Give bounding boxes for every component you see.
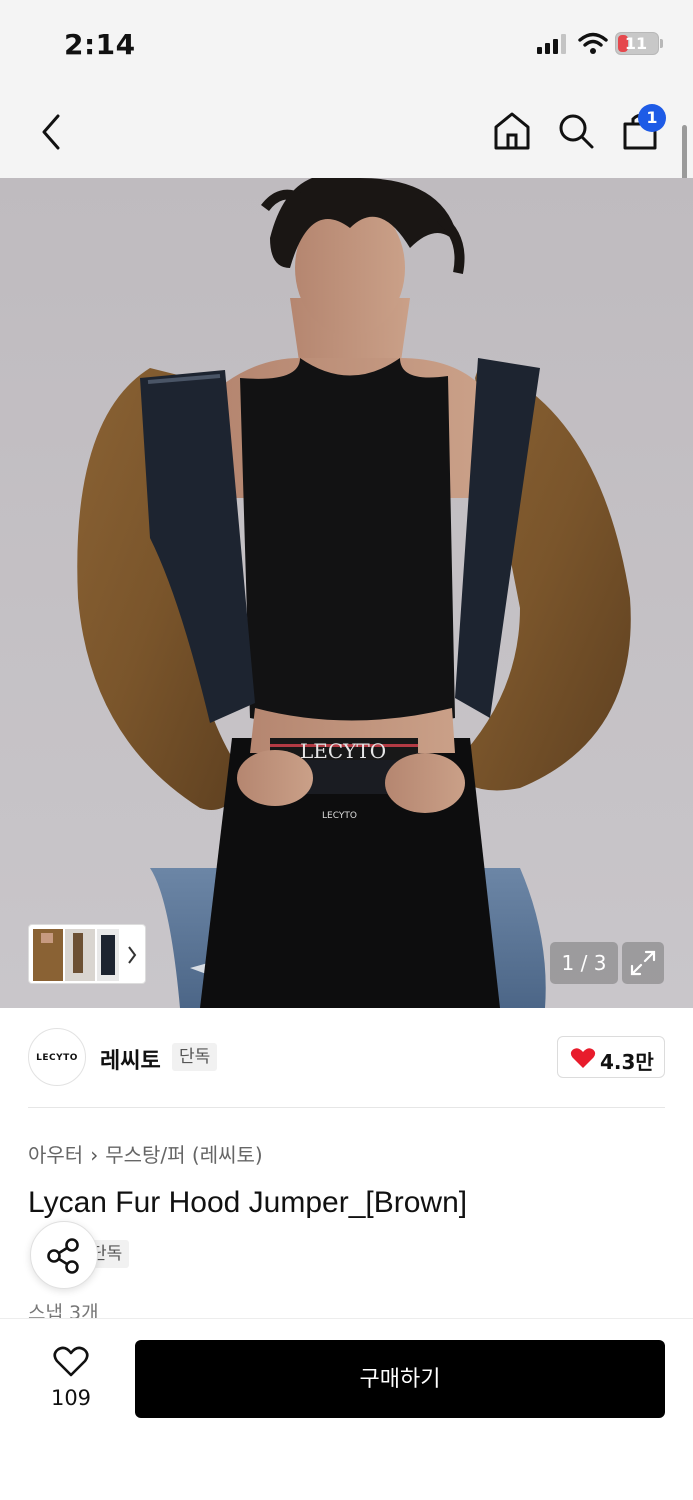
product-image-carousel[interactable]: LECYTO LECYTO [0,178,693,1008]
waistband-print: LECYTO [300,739,386,763]
search-icon[interactable] [556,110,596,152]
image-thumbnails[interactable] [28,924,146,984]
wishlist-count: 109 [50,1386,92,1410]
product-title: Lycan Fur Hood Jumper_[Brown] [28,1186,468,1219]
brand-like-count: 4.3만 [600,1050,654,1074]
product-photo: LECYTO LECYTO [0,178,693,1008]
breadcrumb-subcategory[interactable]: 무스탕/퍼 (레씨토) [105,1143,263,1167]
heart-outline-icon [53,1346,89,1377]
breadcrumb-category[interactable]: 아우터 [28,1143,83,1167]
breadcrumb: 아우터 › 무스탕/퍼 (레씨토) [28,1139,263,1168]
brand-name[interactable]: 레씨토 [100,1043,161,1075]
home-icon[interactable] [492,110,532,152]
battery-level: 11 [624,34,648,53]
buy-button[interactable]: 구매하기 [135,1340,665,1418]
belt-print: LECYTO [322,811,357,821]
status-bar: 2:14 11 [0,0,693,88]
back-button[interactable] [34,112,68,152]
wifi-icon [578,32,608,54]
top-nav [0,88,693,178]
cart-count-badge: 1 [638,104,666,132]
battery-icon: 11 [615,32,659,55]
status-time: 2:14 [64,28,136,61]
chevron-right-icon: › [90,1143,99,1167]
divider [28,1107,665,1108]
brand-logo[interactable]: LECYTO [28,1028,86,1086]
brand-like-button[interactable]: 4.3만 [557,1036,665,1078]
expand-icon [630,950,656,976]
image-counter: 1 / 3 [550,942,618,984]
brand-exclusive-tag: 단독 [172,1043,218,1071]
expand-button[interactable] [622,942,664,984]
heart-filled-icon [570,1048,596,1068]
cellular-signal-icon [537,34,567,54]
share-icon [47,1238,79,1274]
share-button[interactable] [30,1221,98,1289]
thumbnail-images [33,929,137,981]
wishlist-button[interactable]: 109 [40,1340,102,1410]
